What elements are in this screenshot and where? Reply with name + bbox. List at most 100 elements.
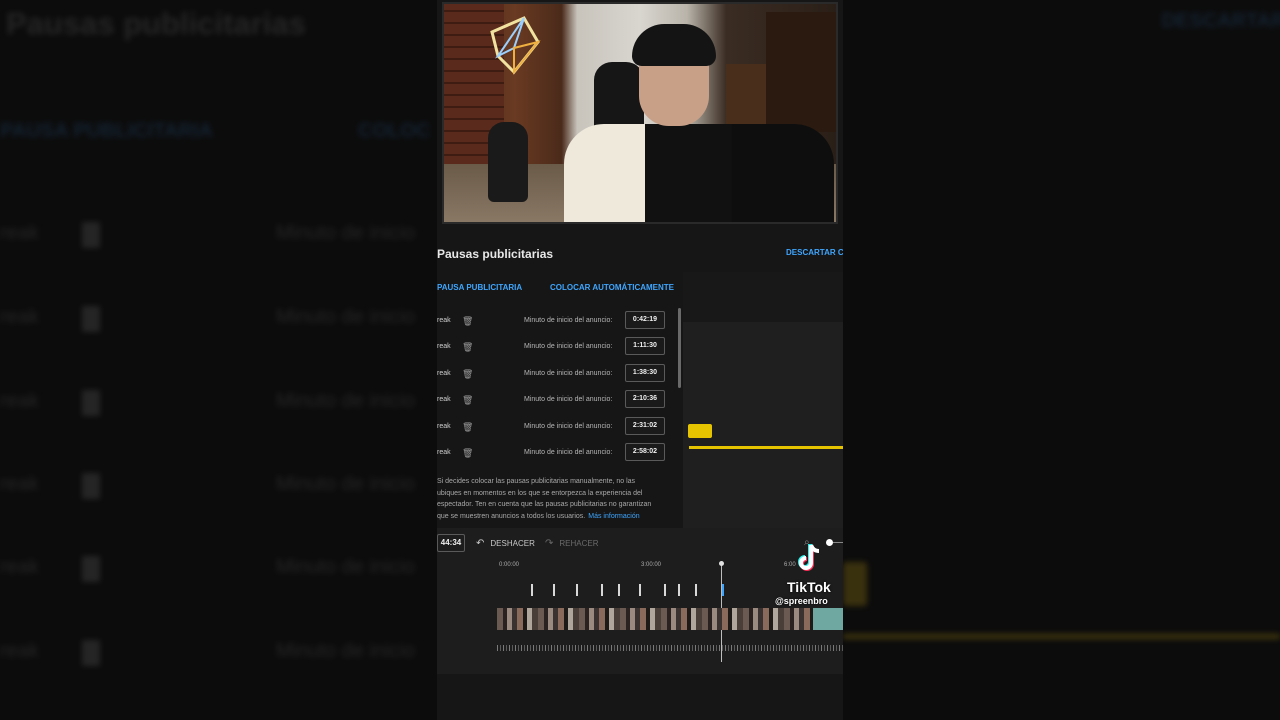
bg-tab-manual: PAUSA PUBLICITARIA [0, 120, 213, 142]
ad-break-name: reak [437, 423, 451, 430]
preview-top [683, 272, 843, 322]
timeline-tick: 3:00:00 [641, 562, 662, 568]
ad-break-timeline-marker[interactable] [678, 584, 680, 596]
tiktok-brand: TikTok [787, 579, 831, 595]
redo-button[interactable]: ↷ REHACER [545, 538, 599, 549]
audio-waveform [497, 645, 843, 651]
bg-row-name: reak [0, 556, 39, 578]
ad-break-timeline-marker[interactable] [695, 584, 697, 596]
bg-row-label: Minuto de inicio [276, 306, 415, 328]
ad-break-timeline-marker[interactable] [618, 584, 620, 596]
undo-button[interactable]: ↶ DESHACER [476, 538, 535, 549]
ad-break-time-input[interactable]: 1:38:30 [625, 364, 665, 382]
current-ad-break-marker[interactable] [722, 584, 724, 596]
video-preview-area [683, 272, 843, 528]
video-thumbnail-strip[interactable] [497, 608, 843, 630]
shelf [766, 12, 836, 132]
ad-break-timeline-marker[interactable] [639, 584, 641, 596]
bg-row: reak Minuto de inicio [0, 222, 440, 252]
bg-trash-icon [82, 473, 100, 499]
ad-break-label: Minuto de inicio del anuncio: [524, 343, 613, 350]
info-line: espectador. Ten en cuenta que las pausas… [437, 501, 652, 508]
ad-break-label: Minuto de inicio del anuncio: [524, 317, 613, 324]
bg-row-name: reak [0, 306, 39, 328]
tiktok-watermark: TikTok @spreenbro [773, 541, 843, 611]
ad-break-label: Minuto de inicio del anuncio: [524, 449, 613, 456]
bg-title: Pausas publicitarias [6, 6, 306, 41]
list-scrollbar[interactable] [678, 308, 681, 388]
ad-break-label: Minuto de inicio del anuncio: [524, 423, 613, 430]
bg-trash-icon [82, 306, 100, 332]
trash-icon[interactable]: 🗑 [462, 342, 473, 353]
bg-row: reak Minuto de inicio [0, 473, 440, 503]
ad-break-row: reak 🗑 Minuto de inicio del anuncio: 2:3… [437, 417, 669, 437]
ad-break-time-input[interactable]: 1:11:30 [625, 337, 665, 355]
trash-icon[interactable]: 🗑 [462, 369, 473, 380]
bg-row-label: Minuto de inicio [276, 222, 415, 244]
ad-break-label: Minuto de inicio del anuncio: [524, 370, 613, 377]
bg-row-label: Minuto de inicio [276, 640, 415, 662]
ad-break-time-input[interactable]: 2:31:02 [625, 417, 665, 435]
ad-break-timeline-marker[interactable] [553, 584, 555, 596]
bg-row-name: reak [0, 640, 39, 662]
ad-break-timeline-marker[interactable] [601, 584, 603, 596]
ad-break-name: reak [437, 317, 451, 324]
bg-ad-marker [843, 562, 867, 606]
bg-ad-line [843, 634, 1280, 639]
bg-row-label: Minuto de inicio [276, 390, 415, 412]
ad-break-timeline-marker[interactable] [576, 584, 578, 596]
bg-trash-icon [82, 390, 100, 416]
thumbnail [813, 608, 843, 630]
bg-row-name: reak [0, 390, 39, 412]
tiktok-logo-icon [798, 544, 820, 571]
learn-more-link[interactable]: Más información [588, 513, 639, 520]
info-line: que se muestren anuncios a todos los usu… [437, 511, 671, 523]
tiktok-username: @spreenbro [775, 596, 828, 606]
trash-icon[interactable]: 🗑 [462, 448, 473, 459]
info-line-text: que se muestren anuncios a todos los usu… [437, 512, 586, 520]
info-line: Si decides colocar las pausas publicitar… [437, 478, 636, 485]
playhead-handle[interactable] [719, 561, 724, 566]
place-automatically-button[interactable]: COLOCAR AUTOMÁTICAMENTE [550, 283, 674, 292]
streamer-hair [632, 24, 716, 66]
info-text: Si decides colocar las pausas publicitar… [437, 476, 671, 522]
ad-break-name: reak [437, 343, 451, 350]
info-line: ubiques en momentos en los que se entorp… [437, 489, 643, 497]
bg-discard: DESCARTAR CA [1161, 10, 1280, 32]
webcam-feed [442, 2, 838, 224]
bg-row: reak Minuto de inicio [0, 556, 440, 586]
bg-row: reak Minuto de inicio [0, 390, 440, 420]
bg-row: reak Minuto de inicio [0, 306, 440, 336]
ad-break-time-input[interactable]: 2:10:36 [625, 390, 665, 408]
bg-row-label: Minuto de inicio [276, 556, 415, 578]
streamer-body [564, 124, 834, 222]
ad-break-name: reak [437, 370, 451, 377]
bg-trash-icon [82, 556, 100, 582]
ad-break-row: reak 🗑 Minuto de inicio del anuncio: 2:1… [437, 390, 669, 410]
ad-break-time-input[interactable]: 0:42:19 [625, 311, 665, 329]
ad-break-line [689, 446, 843, 449]
bg-trash-icon [82, 222, 100, 248]
page-title: Pausas publicitarias [437, 247, 554, 261]
redo-icon: ↷ [545, 538, 554, 549]
timeline-tick: 0:00:00 [499, 562, 520, 568]
trash-icon[interactable]: 🗑 [462, 422, 473, 433]
redo-label: REHACER [559, 539, 599, 548]
ad-break-row: reak 🗑 Minuto de inicio del anuncio: 1:1… [437, 337, 669, 357]
discard-changes-button[interactable]: DESCARTAR CA [786, 248, 843, 257]
ad-break-marker[interactable] [688, 424, 712, 438]
ad-break-row: reak 🗑 Minuto de inicio del anuncio: 2:5… [437, 443, 669, 463]
ad-break-name: reak [437, 396, 451, 403]
bg-row-name: reak [0, 473, 39, 495]
ad-break-time-input[interactable]: 2:58:02 [625, 443, 665, 461]
bg-row-name: reak [0, 222, 39, 244]
add-ad-break-button[interactable]: PAUSA PUBLICITARIA [437, 283, 522, 292]
trash-icon[interactable]: 🗑 [462, 395, 473, 406]
ad-break-row: reak 🗑 Minuto de inicio del anuncio: 1:3… [437, 364, 669, 384]
trash-icon[interactable]: 🗑 [462, 316, 473, 327]
ad-break-timeline-marker[interactable] [531, 584, 533, 596]
ad-break-timeline-marker[interactable] [664, 584, 666, 596]
bg-row: reak Minuto de inicio [0, 640, 440, 670]
current-time-display[interactable]: 44:34 [437, 534, 465, 552]
ad-break-name: reak [437, 449, 451, 456]
